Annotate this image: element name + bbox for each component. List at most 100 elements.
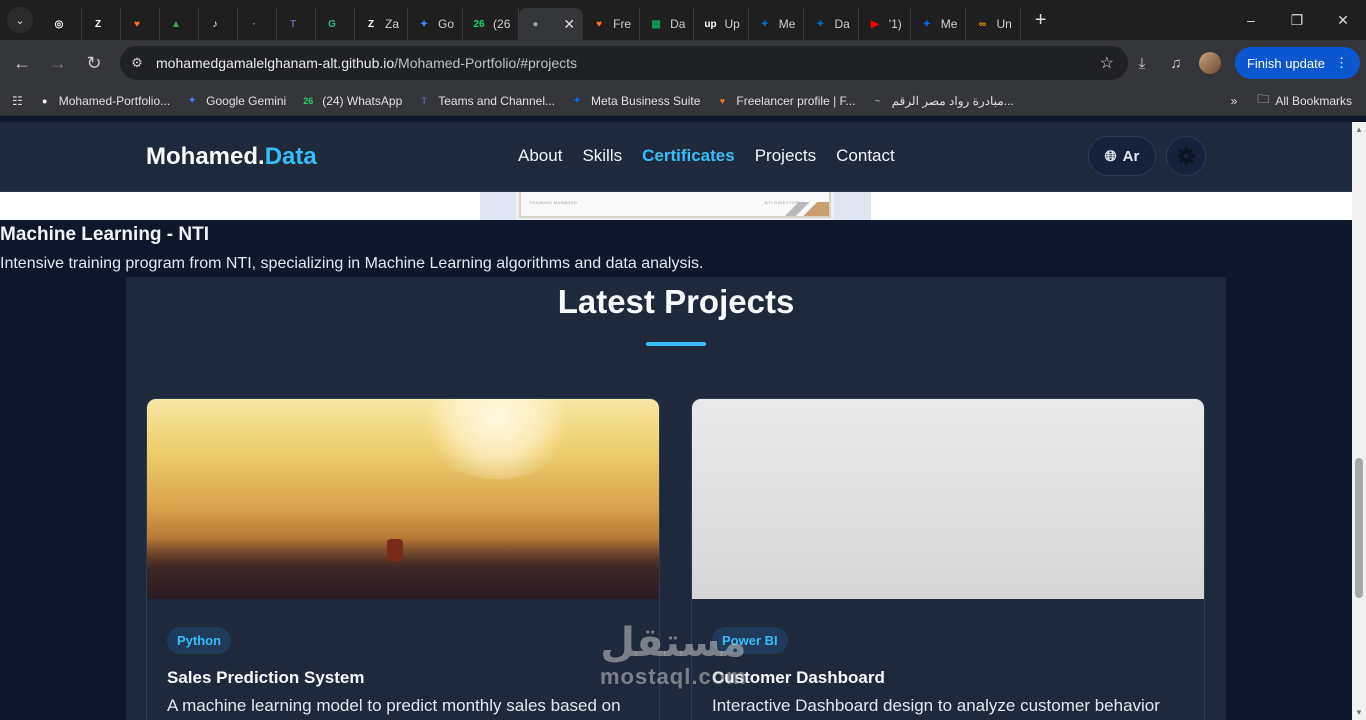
browser-tab[interactable]: ● ✕ [519, 8, 584, 40]
meta-icon: ✦ [922, 18, 931, 30]
scrollbar-thumb[interactable] [1355, 458, 1363, 598]
browser-tab[interactable]: 26 (26 [463, 8, 520, 40]
browser-tab[interactable]: ✦ Da [804, 8, 859, 40]
gear-icon [1177, 147, 1195, 165]
bookmark-label: Mohamed-Portfolio... [58, 93, 171, 108]
youtube-icon: ▶ [870, 18, 879, 30]
bookmark-star-icon[interactable]: ☆ [1100, 53, 1114, 73]
all-bookmarks-button[interactable]: 🗀 All Bookmarks [1257, 90, 1352, 111]
bookmark-label: Google Gemini [206, 93, 287, 108]
bookmarks-right: » 🗀 All Bookmarks [1231, 90, 1352, 111]
heading-underline [646, 342, 706, 346]
back-arrow-icon[interactable]: ← [4, 45, 40, 81]
zotero-icon: Z [367, 18, 375, 30]
browser-tab[interactable]: ✦ Go [408, 8, 464, 40]
more-bookmarks-icon[interactable]: » [1231, 94, 1238, 108]
brand-accent: Data [264, 143, 317, 170]
tab-label: (26 [493, 17, 511, 31]
browser-tab[interactable]: ✦ Me [749, 8, 805, 40]
forward-arrow-icon[interactable]: → [40, 45, 76, 81]
runner-figure [387, 539, 403, 561]
language-label: Ar [1122, 147, 1140, 165]
mostaql-watermark: مستقل mostaql.com [600, 622, 747, 690]
browser-tab[interactable]: G [316, 8, 355, 40]
projects-heading: Latest Projects [557, 283, 795, 320]
gemini-icon: ✦ [188, 95, 196, 105]
url-text[interactable]: mohamedgamalelghanam-alt.github.io/Moham… [156, 55, 577, 71]
project-card[interactable]: Power BI Customer Dashboard Interactive … [691, 398, 1205, 720]
download-icon[interactable]: ⤓ [1125, 46, 1159, 80]
browser-tab[interactable]: ♥ [121, 8, 160, 40]
kebab-menu-icon: ⋮ [1335, 55, 1348, 70]
nav-link-projects[interactable]: Projects [755, 146, 816, 166]
meta-icon: ✦ [816, 18, 825, 30]
toolbar-actions: ⤓ ♫ Finish update ⋮ [1125, 40, 1366, 86]
browser-tab[interactable]: Z [82, 8, 121, 40]
minimize-icon[interactable]: – [1228, 0, 1274, 40]
profile-avatar[interactable] [1193, 46, 1227, 80]
bookmark-label: Teams and Channel... [438, 93, 555, 108]
new-tab-button[interactable]: + [1035, 9, 1047, 32]
close-window-icon[interactable]: ✕ [1320, 0, 1366, 40]
bookmark-item[interactable]: T Teams and Channel... [416, 93, 556, 109]
finish-update-button[interactable]: Finish update ⋮ [1234, 47, 1360, 79]
bookmark-item[interactable]: ✦ Google Gemini [184, 93, 286, 109]
browser-tabstrip: ⌄ ◎ Z ♥ ▲ ♪ · T G Z Za ✦ Go 26 (26 ● ✕ ♥ Fre ▦ Da up Up ✦ Me ✦ Da… [0, 0, 1366, 40]
apps-grid-icon[interactable]: ☷ [12, 94, 23, 108]
browser-tab[interactable]: T [277, 8, 316, 40]
tab-label: Go [438, 17, 455, 31]
language-toggle-button[interactable]: 🌐︎ Ar [1088, 136, 1156, 176]
close-tab-icon[interactable]: ✕ [563, 16, 575, 33]
nav-link-skills[interactable]: Skills [582, 146, 622, 166]
browser-toolbar: ← → ↻ ⚙ mohamedgamalelghanam-alt.github.… [0, 40, 1366, 86]
scroll-up-icon[interactable]: ▲ [1355, 125, 1363, 134]
browser-tab[interactable]: ▶ '1) [859, 8, 911, 40]
certificate-corner-decoration [769, 202, 829, 216]
media-control-icon[interactable]: ♫ [1159, 46, 1193, 80]
browser-tab[interactable]: Z Za [355, 8, 409, 40]
browser-tab[interactable]: ▲ [160, 8, 199, 40]
audio-icon: ♪ [212, 18, 218, 30]
bookmarks-bar: ☷ ● Mohamed-Portfolio... ✦ Google Gemini 26 (… [0, 86, 1366, 116]
nav-link-contact[interactable]: Contact [836, 146, 895, 166]
scroll-down-icon[interactable]: ▼ [1355, 708, 1363, 717]
tab-label: Me [778, 17, 796, 31]
teams-icon: T [289, 18, 297, 30]
browser-tab[interactable]: · [238, 8, 277, 40]
address-bar[interactable]: ⚙ mohamedgamalelghanam-alt.github.io/Moh… [120, 46, 1128, 80]
tech-badge: Python [167, 627, 232, 654]
project-title: Sales Prediction System [167, 668, 365, 687]
theme-toggle-button[interactable] [1166, 136, 1206, 176]
browser-tab[interactable]: ▦ Da [640, 8, 695, 40]
tab-search-chevron-icon[interactable]: ⌄ [7, 7, 33, 33]
restore-icon[interactable]: ❐ [1274, 0, 1320, 40]
certificate-paper: TRAINING MANAGER NTI DIRECTOR [519, 192, 831, 218]
bookmark-item[interactable]: ♥ Freelancer profile | F... [714, 93, 856, 109]
nav-link-certificates[interactable]: Certificates [642, 146, 735, 166]
browser-tab[interactable]: ∞ Un [966, 8, 1021, 40]
site-logo[interactable]: Mohamed.Data [146, 143, 317, 171]
browser-tab[interactable]: ♪ [199, 8, 238, 40]
bookmark-item[interactable]: ✦ Meta Business Suite [569, 93, 700, 109]
tab-label: Fre [613, 17, 632, 31]
bookmark-label: Meta Business Suite [591, 93, 701, 108]
browser-tab[interactable]: ✦ Me [911, 8, 967, 40]
bookmark-item[interactable]: 26 (24) WhatsApp [300, 93, 402, 109]
browser-tab[interactable]: ♥ Fre [583, 8, 641, 40]
site-settings-icon[interactable]: ⚙ [124, 50, 150, 76]
globe-icon: 🌐︎ [1104, 147, 1117, 165]
avatar [1198, 52, 1221, 74]
project-card[interactable]: Python Sales Prediction System A machine… [146, 398, 660, 720]
certificate-description: Intensive training program from NTI, spe… [0, 255, 704, 272]
browser-tab[interactable]: ◎ [43, 8, 82, 40]
finish-update-label: Finish update [1246, 55, 1325, 71]
nav-link-about[interactable]: About [518, 146, 562, 166]
bookmark-item[interactable]: ● Mohamed-Portfolio... [37, 93, 170, 109]
bookmark-item[interactable]: ~ مبادرة رواد مصر الرقم... [870, 93, 1014, 109]
page-scrollbar[interactable]: ▲ ▼ [1352, 122, 1366, 720]
teams-icon: T [421, 95, 428, 106]
browser-tab[interactable]: up Up [694, 8, 749, 40]
reload-icon[interactable]: ↻ [76, 45, 112, 81]
meta-icon: ✦ [573, 95, 581, 105]
site-menu: About Skills Certificates Projects Contact [518, 146, 895, 166]
